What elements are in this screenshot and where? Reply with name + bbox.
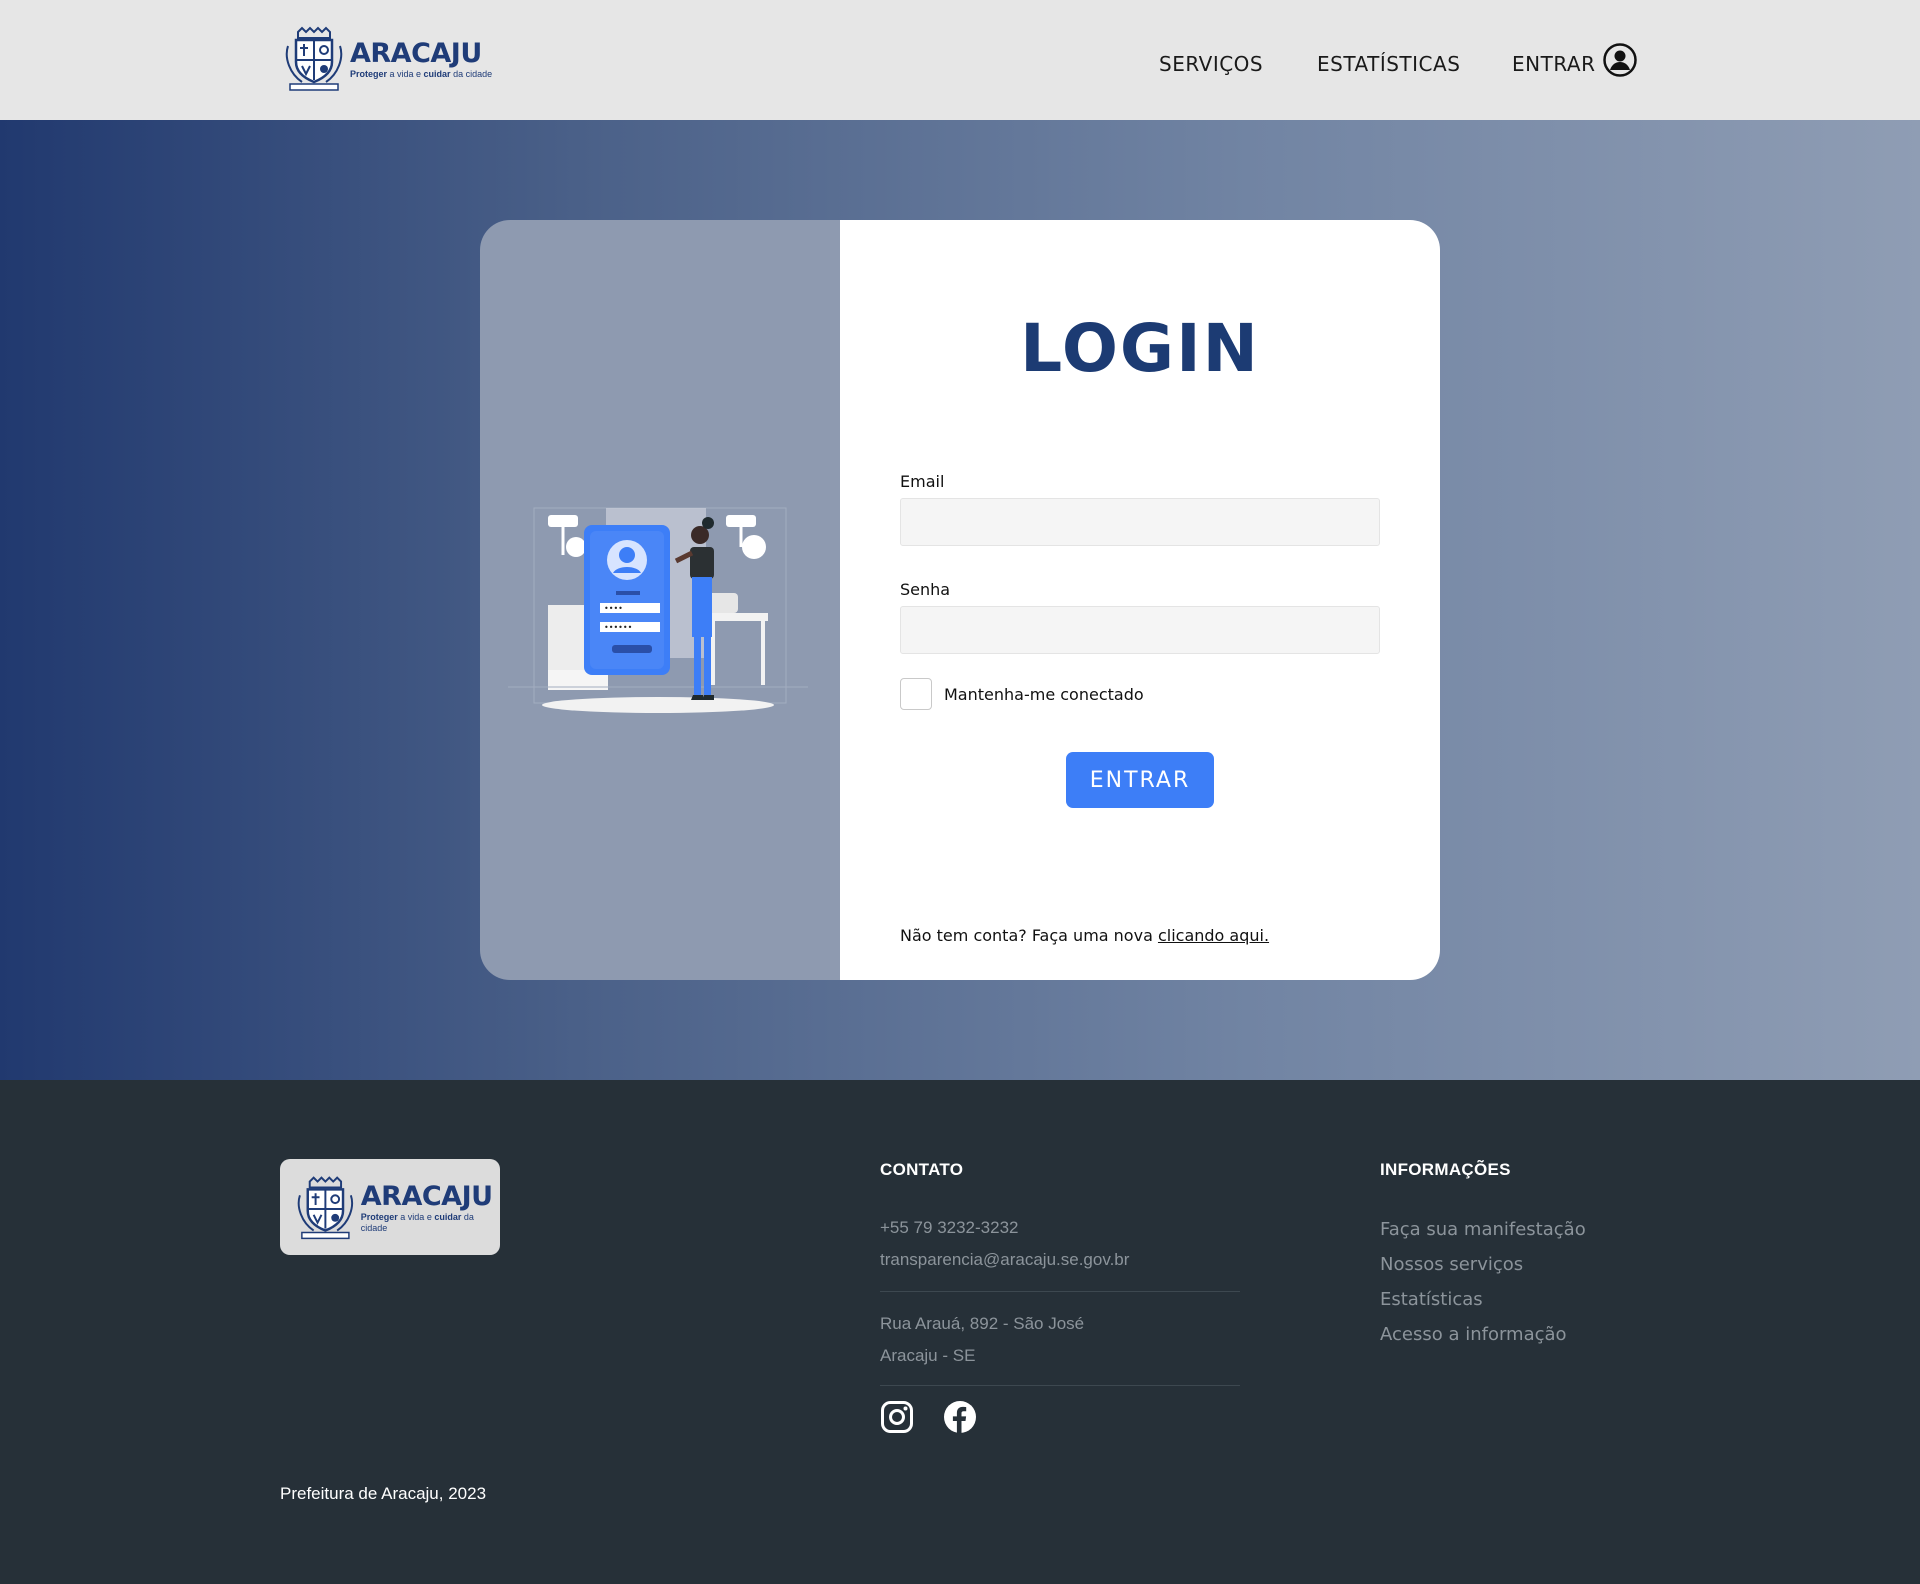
nav-entrar[interactable]: ENTRAR [1512, 52, 1595, 76]
logo-tagline: Proteger a vida e cuidar da cidade [360, 1212, 474, 1233]
info-title: INFORMAÇÕES [1380, 1160, 1511, 1179]
nav-servicos[interactable]: SERVIÇOS [1159, 52, 1263, 76]
copyright: Prefeitura de Aracaju, 2023 [280, 1484, 487, 1503]
signup-prompt: Não tem conta? Faça uma nova clicando aq… [900, 926, 1270, 945]
contact-title: CONTATO [880, 1160, 964, 1179]
footer-logo-box: ARACAJU Proteger a vida e cuidar da cida… [280, 1159, 500, 1255]
header-logo[interactable]: ARACAJU Proteger a vida e cuidar da cida… [284, 26, 492, 92]
address-line-2: Aracaju - SE [880, 1346, 976, 1365]
email-field[interactable] [900, 498, 1380, 546]
login-card: •••• •••••• LOGIN Email Senha Mantenha-m… [480, 220, 1440, 980]
address-divider [880, 1385, 1240, 1386]
site-footer: ARACAJU Proteger a vida e cuidar da cida… [0, 1080, 1920, 1584]
contact-phone: +55 79 3232-3232 [880, 1218, 1019, 1237]
login-form-panel: LOGIN Email Senha Mantenha-me conectado … [840, 220, 1440, 980]
logo-name: ARACAJU [350, 37, 482, 69]
login-illustration-panel: •••• •••••• [480, 220, 840, 980]
info-link-servicos[interactable]: Nossos serviços [1380, 1254, 1523, 1275]
contact-divider [880, 1291, 1240, 1292]
contact-email[interactable]: transparencia@aracaju.se.gov.br [880, 1250, 1129, 1270]
site-header: ARACAJU Proteger a vida e cuidar da cida… [0, 0, 1920, 120]
login-title: LOGIN [1020, 310, 1260, 387]
password-label: Senha [900, 580, 951, 599]
footer-logo[interactable]: ARACAJU Proteger a vida e cuidar da cida… [296, 1175, 500, 1241]
address-line-1: Rua Arauá, 892 - São José [880, 1314, 1085, 1333]
remember-me-checkbox[interactable] [900, 678, 932, 710]
info-link-acesso[interactable]: Acesso a informação [1380, 1324, 1567, 1345]
info-link-estatisticas[interactable]: Estatísticas [1380, 1289, 1483, 1310]
nav-estatisticas[interactable]: ESTATÍSTICAS [1317, 52, 1460, 76]
logo-name: ARACAJU [360, 1181, 493, 1212]
city-crest-icon [297, 1176, 354, 1240]
instagram-icon[interactable] [880, 1400, 914, 1434]
password-field[interactable] [900, 606, 1380, 654]
login-submit-button[interactable]: ENTRAR [1066, 752, 1214, 808]
user-circle-icon[interactable] [1603, 43, 1637, 77]
logo-tagline: Proteger a vida e cuidar da cidade [350, 68, 493, 79]
svg-text:••••: •••• [604, 604, 623, 613]
facebook-icon[interactable] [943, 1400, 977, 1434]
remember-me-label: Mantenha-me conectado [944, 685, 1144, 704]
info-link-manifestacao[interactable]: Faça sua manifestação [1380, 1219, 1586, 1240]
city-crest-icon [285, 26, 343, 91]
hero-section: •••• •••••• LOGIN Email Senha Mantenha-m… [0, 120, 1920, 1080]
svg-text:••••••: •••••• [604, 623, 632, 632]
signup-link[interactable]: clicando aqui. [1158, 926, 1269, 945]
email-label: Email [900, 472, 945, 491]
login-illustration: •••• •••••• [508, 507, 808, 713]
